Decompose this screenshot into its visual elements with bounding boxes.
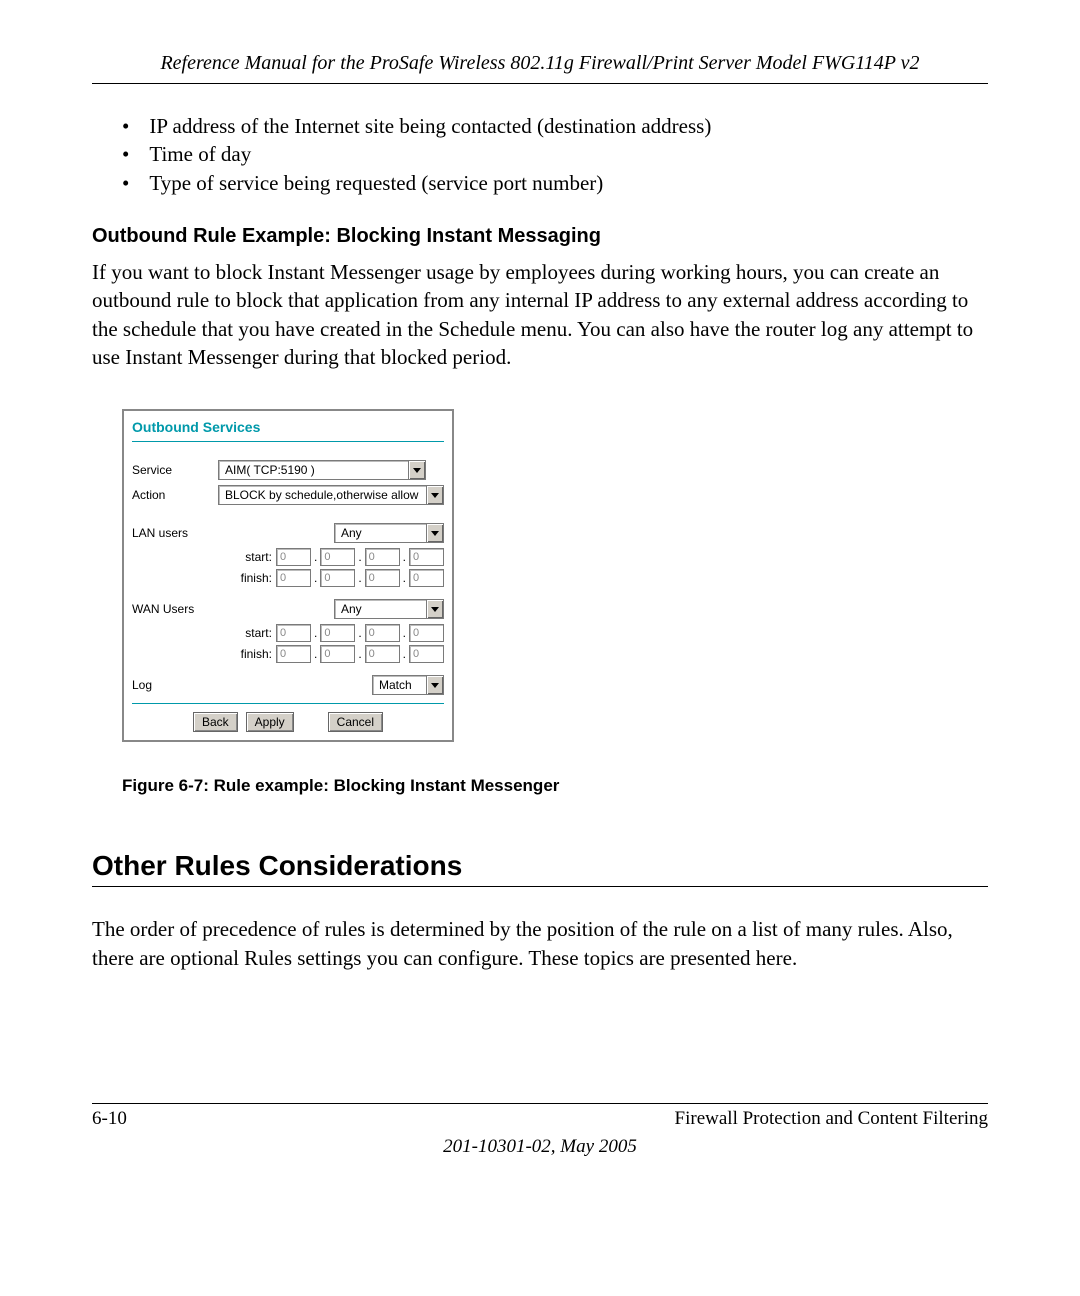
figure: Outbound Services Service AIM( TCP:5190 …	[122, 409, 988, 796]
ip-dot: .	[403, 647, 406, 661]
ip-octet-input[interactable]: 0	[365, 548, 400, 566]
ip-octet-input[interactable]: 0	[409, 569, 444, 587]
lan-users-value: Any	[335, 524, 368, 542]
action-select[interactable]: BLOCK by schedule,otherwise allow	[218, 485, 444, 505]
ip-octet-input[interactable]: 0	[320, 645, 355, 663]
ip-octet-input[interactable]: 0	[409, 645, 444, 663]
ip-octet-input[interactable]: 0	[409, 624, 444, 642]
chevron-down-icon[interactable]	[426, 486, 443, 504]
header-rule	[92, 83, 988, 84]
button-bar: Back Apply Cancel	[132, 712, 444, 732]
log-select[interactable]: Match	[372, 675, 444, 695]
page-number: 6-10	[92, 1108, 127, 1130]
ip-octet-input[interactable]: 0	[320, 548, 355, 566]
cancel-button[interactable]: Cancel	[328, 712, 383, 732]
wan-users-label: WAN Users	[132, 602, 218, 616]
ip-dot: .	[314, 550, 317, 564]
action-label: Action	[132, 488, 218, 502]
ip-octet-input[interactable]: 0	[365, 645, 400, 663]
figure-caption: Figure 6-7: Rule example: Blocking Insta…	[122, 776, 988, 796]
back-button[interactable]: Back	[193, 712, 238, 732]
manual-header: Reference Manual for the ProSafe Wireles…	[92, 52, 988, 75]
finish-label: finish:	[224, 647, 272, 661]
ip-dot: .	[358, 647, 361, 661]
lan-users-label: LAN users	[132, 526, 218, 540]
log-value: Match	[373, 676, 418, 694]
service-label: Service	[132, 463, 218, 477]
service-select[interactable]: AIM( TCP:5190 )	[218, 460, 426, 480]
log-label: Log	[132, 678, 218, 692]
ip-dot: .	[358, 626, 361, 640]
lan-users-select[interactable]: Any	[334, 523, 444, 543]
chevron-down-icon[interactable]	[426, 676, 443, 694]
panel-divider	[132, 703, 444, 704]
bullet-item: IP address of the Internet site being co…	[122, 112, 988, 140]
start-label: start:	[224, 626, 272, 640]
panel-title: Outbound Services	[132, 417, 444, 441]
chevron-down-icon[interactable]	[426, 524, 443, 542]
body-paragraph: If you want to block Instant Messenger u…	[92, 258, 988, 371]
ip-dot: .	[403, 626, 406, 640]
apply-button[interactable]: Apply	[246, 712, 294, 732]
ip-dot: .	[358, 571, 361, 585]
panel-divider	[132, 441, 444, 442]
action-value: BLOCK by schedule,otherwise allow	[219, 486, 424, 504]
bullet-list: IP address of the Internet site being co…	[122, 112, 988, 197]
page-footer: 6-10 Firewall Protection and Content Fil…	[92, 1095, 988, 1158]
ip-octet-input[interactable]: 0	[409, 548, 444, 566]
ip-dot: .	[314, 647, 317, 661]
ip-octet-input[interactable]: 0	[320, 624, 355, 642]
wan-users-value: Any	[335, 600, 368, 618]
ip-dot: .	[314, 626, 317, 640]
ip-octet-input[interactable]: 0	[276, 645, 311, 663]
chevron-down-icon[interactable]	[426, 600, 443, 618]
finish-label: finish:	[224, 571, 272, 585]
ip-dot: .	[403, 550, 406, 564]
ip-octet-input[interactable]: 0	[276, 624, 311, 642]
footer-section: Firewall Protection and Content Filterin…	[675, 1108, 988, 1130]
heading-rule	[92, 886, 988, 887]
ip-octet-input[interactable]: 0	[320, 569, 355, 587]
ip-octet-input[interactable]: 0	[365, 569, 400, 587]
body-paragraph: The order of precedence of rules is dete…	[92, 915, 988, 972]
ip-octet-input[interactable]: 0	[276, 548, 311, 566]
start-label: start:	[224, 550, 272, 564]
chevron-down-icon[interactable]	[408, 461, 425, 479]
subheading: Outbound Rule Example: Blocking Instant …	[92, 225, 988, 248]
ip-dot: .	[314, 571, 317, 585]
footer-rule	[92, 1103, 988, 1104]
bullet-item: Time of day	[122, 140, 988, 168]
heading-2: Other Rules Considerations	[92, 850, 988, 882]
ip-dot: .	[358, 550, 361, 564]
ip-octet-input[interactable]: 0	[276, 569, 311, 587]
service-value: AIM( TCP:5190 )	[219, 461, 321, 479]
wan-users-select[interactable]: Any	[334, 599, 444, 619]
ip-octet-input[interactable]: 0	[365, 624, 400, 642]
outbound-services-panel: Outbound Services Service AIM( TCP:5190 …	[122, 409, 454, 742]
ip-dot: .	[403, 571, 406, 585]
footer-date: 201-10301-02, May 2005	[92, 1136, 988, 1158]
bullet-item: Type of service being requested (service…	[122, 169, 988, 197]
